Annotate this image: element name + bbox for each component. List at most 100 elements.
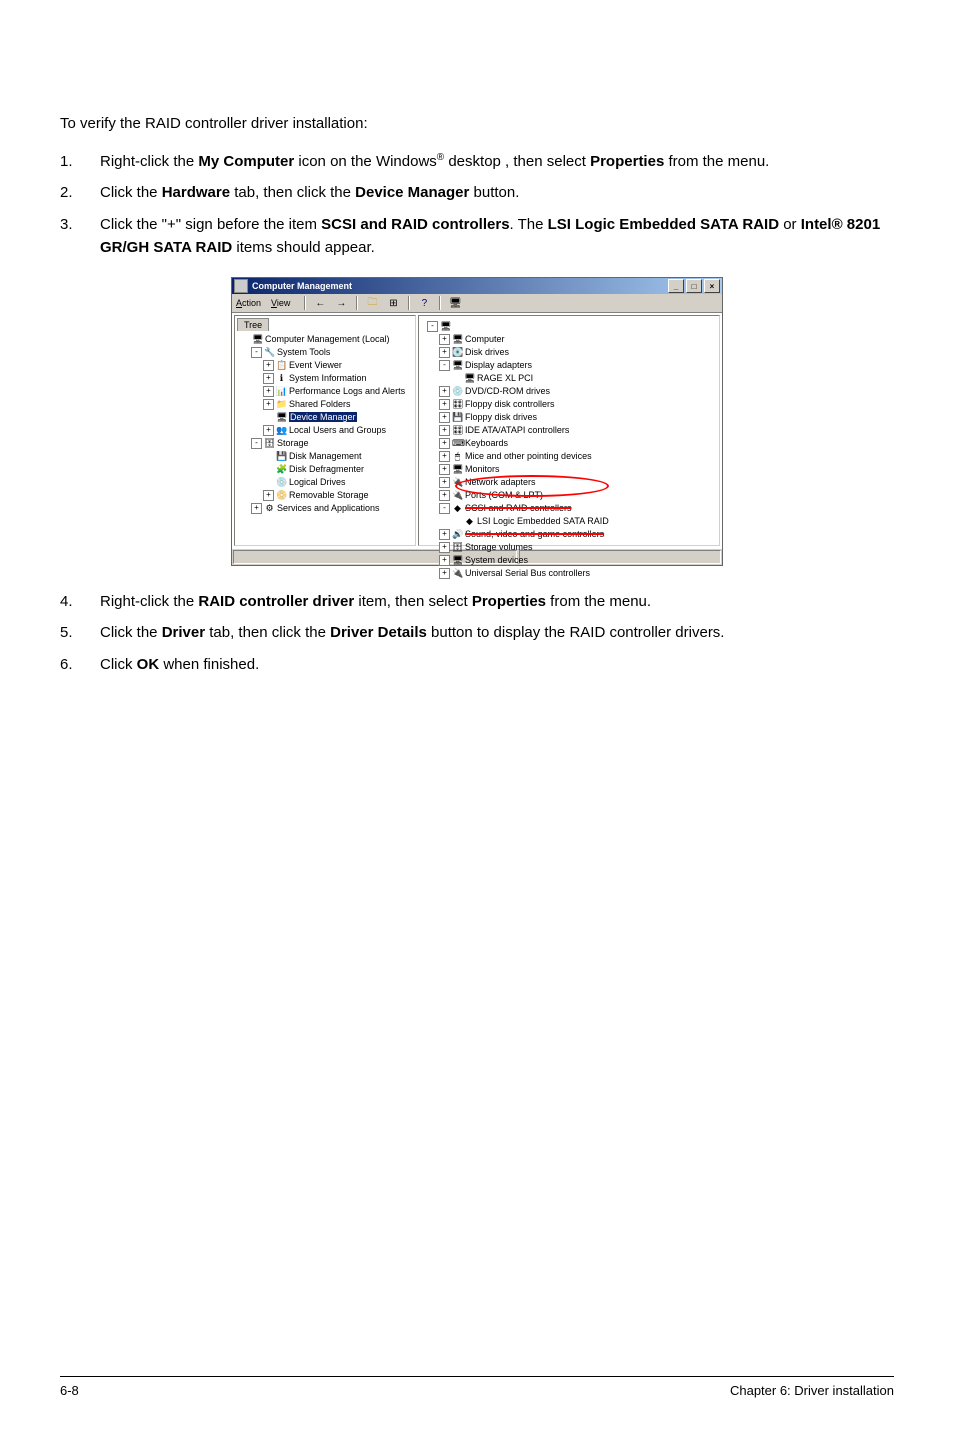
node-label: Logical Drives bbox=[289, 477, 346, 487]
tree-node[interactable]: +🔊Sound, video and game controllers bbox=[427, 528, 713, 541]
separator bbox=[356, 296, 358, 310]
tree-node[interactable]: ◆LSI Logic Embedded SATA RAID bbox=[427, 515, 713, 528]
expand-icon[interactable]: + bbox=[439, 438, 450, 449]
tree-node[interactable]: +📀Removable Storage bbox=[239, 489, 413, 502]
expand-icon[interactable]: + bbox=[439, 490, 450, 501]
tree-node[interactable]: 🖥Device Manager bbox=[239, 411, 413, 424]
step-text: Right-click the My Computer icon on the … bbox=[100, 150, 894, 173]
tree-node[interactable]: +🔌Universal Serial Bus controllers bbox=[427, 567, 713, 580]
tree-node[interactable]: +📋Event Viewer bbox=[239, 359, 413, 372]
expand-icon[interactable]: + bbox=[439, 555, 450, 566]
node-icon: 📋 bbox=[276, 360, 287, 371]
step-2: 2. Click the Hardware tab, then click th… bbox=[60, 181, 894, 204]
tree-node[interactable]: +🎛IDE ATA/ATAPI controllers bbox=[427, 424, 713, 437]
tree-node[interactable]: +💽Disk drives bbox=[427, 346, 713, 359]
expand-icon[interactable]: + bbox=[439, 464, 450, 475]
tree-node[interactable]: 💿Logical Drives bbox=[239, 476, 413, 489]
expand-icon[interactable]: + bbox=[439, 568, 450, 579]
menu-view[interactable]: View bbox=[271, 298, 290, 308]
tree-node[interactable]: +⌨Keyboards bbox=[427, 437, 713, 450]
node-label: LSI Logic Embedded SATA RAID bbox=[477, 516, 609, 526]
expand-icon[interactable]: + bbox=[439, 399, 450, 410]
tree-node[interactable]: +👥Local Users and Groups bbox=[239, 424, 413, 437]
expand-icon[interactable]: + bbox=[439, 425, 450, 436]
tree-node[interactable]: -🖥Display adapters bbox=[427, 359, 713, 372]
expand-icon[interactable]: - bbox=[251, 438, 262, 449]
close-button[interactable]: × bbox=[704, 279, 720, 293]
app-icon bbox=[234, 279, 248, 293]
expand-icon[interactable]: + bbox=[439, 386, 450, 397]
node-icon: 🎛 bbox=[452, 399, 463, 410]
node-icon: 🖥 bbox=[252, 334, 263, 345]
node-icon: 💿 bbox=[276, 477, 287, 488]
expand-icon[interactable]: - bbox=[427, 321, 438, 332]
expand-icon[interactable]: + bbox=[263, 399, 274, 410]
forward-icon[interactable]: → bbox=[331, 294, 351, 312]
tree-node[interactable]: +🖱Mice and other pointing devices bbox=[427, 450, 713, 463]
refresh-icon[interactable]: 🖥 bbox=[445, 294, 465, 312]
expand-icon[interactable]: + bbox=[263, 373, 274, 384]
expand-icon[interactable]: - bbox=[251, 347, 262, 358]
menu-action[interactable]: Action bbox=[236, 298, 261, 308]
step-text: Click the Hardware tab, then click the D… bbox=[100, 181, 894, 204]
tree-node[interactable]: +🖥System devices bbox=[427, 554, 713, 567]
tree-node[interactable]: 🖥Computer Management (Local) bbox=[239, 333, 413, 346]
tree-node[interactable]: -🖥 bbox=[427, 320, 713, 333]
node-label: Computer Management (Local) bbox=[265, 334, 390, 344]
node-icon: 🔌 bbox=[452, 568, 463, 579]
tree-node[interactable]: +💿DVD/CD-ROM drives bbox=[427, 385, 713, 398]
tree-node[interactable]: -🗄Storage bbox=[239, 437, 413, 450]
expand-icon[interactable]: + bbox=[439, 529, 450, 540]
expand-icon[interactable]: + bbox=[251, 503, 262, 514]
node-icon: 🖥 bbox=[440, 321, 451, 332]
tree-node[interactable]: +ℹSystem Information bbox=[239, 372, 413, 385]
expand-icon[interactable]: + bbox=[263, 490, 274, 501]
up-icon[interactable]: 🗀 bbox=[362, 294, 382, 312]
expand-icon[interactable]: + bbox=[263, 386, 274, 397]
node-icon: 🖥 bbox=[276, 412, 287, 423]
properties-icon[interactable]: ⊞ bbox=[383, 294, 403, 312]
node-label: Local Users and Groups bbox=[289, 425, 386, 435]
help-icon[interactable]: ? bbox=[414, 294, 434, 312]
maximize-button[interactable]: □ bbox=[686, 279, 702, 293]
tree-node[interactable]: +🎛Floppy disk controllers bbox=[427, 398, 713, 411]
tree-node[interactable]: 🧩Disk Defragmenter bbox=[239, 463, 413, 476]
node-label: Monitors bbox=[465, 464, 500, 474]
tree-node[interactable]: +🖥Computer bbox=[427, 333, 713, 346]
expand-icon[interactable]: + bbox=[439, 451, 450, 462]
device-tree: -🖥+🖥Computer+💽Disk drives-🖥Display adapt… bbox=[423, 318, 715, 582]
node-icon: 🧩 bbox=[276, 464, 287, 475]
tree-tab[interactable]: Tree bbox=[237, 318, 269, 331]
node-icon: 🖱 bbox=[452, 451, 463, 462]
title-bar[interactable]: Computer Management _ □ × bbox=[232, 278, 722, 294]
expand-icon[interactable]: + bbox=[439, 477, 450, 488]
tree-node[interactable]: +🖥Monitors bbox=[427, 463, 713, 476]
tree-node[interactable]: +⚙Services and Applications bbox=[239, 502, 413, 515]
tree-node[interactable]: 🖥RAGE XL PCI bbox=[427, 372, 713, 385]
expand-icon[interactable]: + bbox=[263, 360, 274, 371]
expand-icon[interactable]: + bbox=[263, 425, 274, 436]
right-pane[interactable]: -🖥+🖥Computer+💽Disk drives-🖥Display adapt… bbox=[418, 315, 720, 546]
tree-node[interactable]: +💾Floppy disk drives bbox=[427, 411, 713, 424]
tree-node[interactable]: +🗄Storage volumes bbox=[427, 541, 713, 554]
expand-icon[interactable]: + bbox=[439, 412, 450, 423]
back-icon[interactable]: ← bbox=[310, 294, 330, 312]
tree-node[interactable]: -◆SCSI and RAID controllers bbox=[427, 502, 713, 515]
expand-icon[interactable]: + bbox=[439, 542, 450, 553]
tree-node[interactable]: 💾Disk Management bbox=[239, 450, 413, 463]
node-icon: 🎛 bbox=[452, 425, 463, 436]
tree-node[interactable]: +📊Performance Logs and Alerts bbox=[239, 385, 413, 398]
step-3: 3. Click the "+" sign before the item SC… bbox=[60, 213, 894, 260]
expand-icon[interactable]: + bbox=[439, 334, 450, 345]
tree-node[interactable]: +📁Shared Folders bbox=[239, 398, 413, 411]
expand-icon[interactable]: + bbox=[439, 347, 450, 358]
expand-icon[interactable]: - bbox=[439, 503, 450, 514]
steps-list-2: 4. Right-click the RAID controller drive… bbox=[60, 590, 894, 676]
node-label: Keyboards bbox=[465, 438, 508, 448]
left-pane[interactable]: Tree 🖥Computer Management (Local)-🔧Syste… bbox=[234, 315, 416, 546]
node-label: Event Viewer bbox=[289, 360, 342, 370]
expand-icon[interactable]: - bbox=[439, 360, 450, 371]
node-icon: 🔌 bbox=[452, 490, 463, 501]
minimize-button[interactable]: _ bbox=[668, 279, 684, 293]
tree-node[interactable]: -🔧System Tools bbox=[239, 346, 413, 359]
